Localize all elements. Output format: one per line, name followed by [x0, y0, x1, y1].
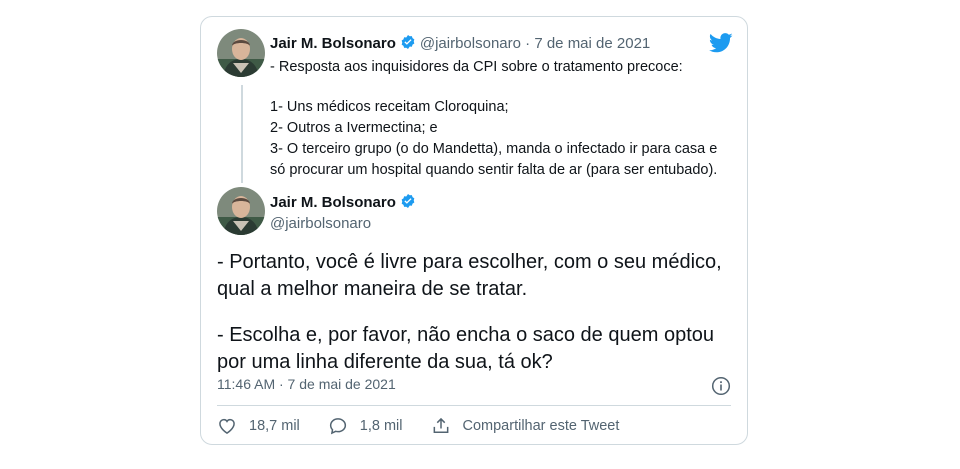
tweet-text: - Portanto, você é livre para escolher, …	[217, 249, 737, 376]
parent-avatar[interactable]	[217, 29, 265, 77]
author-name[interactable]: Jair M. Bolsonaro	[270, 194, 396, 211]
parent-line: 3- O terceiro grupo (o do Mandetta), man…	[270, 141, 718, 157]
share-button[interactable]: Compartilhar este Tweet	[431, 416, 620, 436]
tweet-header: Jair M. Bolsonaro @jairbolsonaro	[270, 193, 420, 232]
heart-icon	[219, 418, 235, 434]
author-avatar[interactable]	[217, 187, 265, 235]
info-icon[interactable]	[711, 376, 731, 396]
reply-button[interactable]: 1,8 mil	[328, 416, 403, 436]
tweet-timestamp[interactable]: 11:46 AM · 7 de mai de 2021	[217, 376, 396, 392]
verified-badge-icon	[400, 34, 416, 50]
parent-tweet-header: Jair M. Bolsonaro @jairbolsonaro · 7 de m…	[270, 34, 650, 53]
parent-line: - Resposta aos inquisidores da CPI sobre…	[270, 59, 683, 75]
parent-line: 2- Outros a Ivermectina; e	[270, 120, 438, 136]
parent-line: só procurar um hospital quando sentir fa…	[270, 162, 718, 178]
parent-author-name[interactable]: Jair M. Bolsonaro	[270, 35, 396, 52]
tweet-actions: 18,7 mil 1,8 mil Compartilhar este Tweet	[217, 416, 647, 436]
author-handle[interactable]: @jairbolsonaro	[270, 215, 420, 232]
like-button[interactable]: 18,7 mil	[217, 416, 300, 436]
verified-badge-icon	[400, 193, 416, 209]
share-icon	[433, 417, 448, 433]
parent-author-handle[interactable]: @jairbolsonaro	[420, 35, 521, 52]
parent-line: 1- Uns médicos receitam Cloroquina;	[270, 99, 509, 115]
thread-connector-line	[241, 85, 243, 183]
tweet-line: - Escolha e, por favor, não encha o saco…	[217, 324, 714, 346]
reply-count: 1,8 mil	[359, 418, 403, 434]
embedded-tweet-card[interactable]: Jair M. Bolsonaro @jairbolsonaro · 7 de m…	[200, 16, 748, 445]
like-count: 18,7 mil	[249, 418, 300, 434]
tweet-line: - Portanto, você é livre para escolher, …	[217, 251, 722, 273]
parent-tweet-text: - Resposta aos inquisidores da CPI sobre…	[270, 57, 740, 181]
parent-date[interactable]: 7 de mai de 2021	[534, 35, 650, 52]
reply-icon	[329, 418, 346, 435]
divider	[217, 405, 731, 406]
tweet-line: por uma linha diferente da sua, tá ok?	[217, 351, 553, 373]
parent-separator: ·	[525, 35, 531, 52]
twitter-bird-icon[interactable]	[708, 33, 733, 53]
share-label: Compartilhar este Tweet	[462, 418, 620, 434]
tweet-line: qual a melhor maneira de se tratar.	[217, 278, 528, 300]
